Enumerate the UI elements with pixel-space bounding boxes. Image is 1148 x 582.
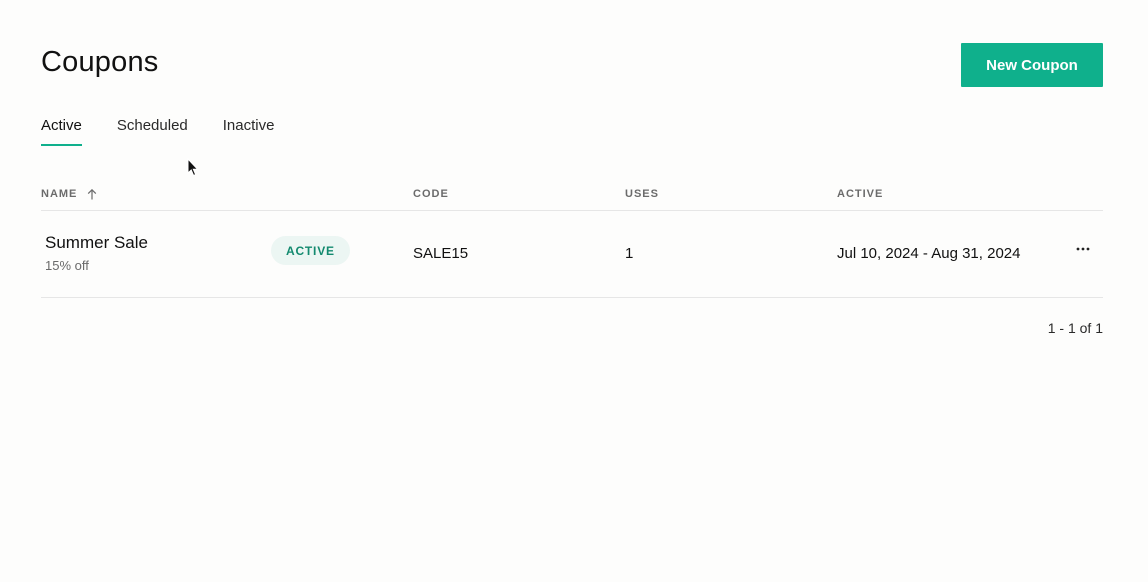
column-header-name[interactable]: NAME — [41, 188, 97, 200]
status-tabs: Active Scheduled Inactive — [41, 117, 309, 147]
coupon-name[interactable]: Summer Sale — [45, 233, 148, 253]
coupon-code: SALE15 — [413, 245, 469, 262]
table-row[interactable]: Summer Sale 15% off ACTIVE SALE15 1 Jul … — [41, 211, 1103, 298]
column-header-code: CODE — [413, 188, 449, 200]
page-title: Coupons — [41, 46, 159, 78]
tab-scheduled[interactable]: Scheduled — [117, 117, 188, 147]
mouse-cursor-icon — [187, 158, 199, 177]
new-coupon-button[interactable]: New Coupon — [961, 43, 1103, 87]
column-header-name-label: NAME — [41, 188, 78, 200]
table-header: NAME CODE USES ACTIVE — [41, 180, 1103, 211]
coupon-uses: 1 — [625, 245, 634, 262]
pagination-info: 1 - 1 of 1 — [1047, 320, 1103, 336]
tab-active[interactable]: Active — [41, 117, 82, 147]
more-horizontal-icon — [1076, 247, 1090, 251]
tab-inactive[interactable]: Inactive — [223, 117, 275, 147]
status-badge: ACTIVE — [271, 236, 350, 265]
coupon-description: 15% off — [45, 258, 89, 273]
column-header-uses: USES — [625, 188, 659, 200]
arrow-up-icon — [88, 188, 97, 199]
row-menu-button[interactable] — [1073, 239, 1093, 259]
column-header-active: ACTIVE — [837, 188, 884, 200]
coupon-active-dates: Jul 10, 2024 - Aug 31, 2024 — [837, 245, 1021, 262]
coupons-page: Coupons New Coupon Active Scheduled Inac… — [0, 0, 1148, 582]
coupons-table: NAME CODE USES ACTIVE Summer Sale 15% of… — [41, 180, 1103, 298]
